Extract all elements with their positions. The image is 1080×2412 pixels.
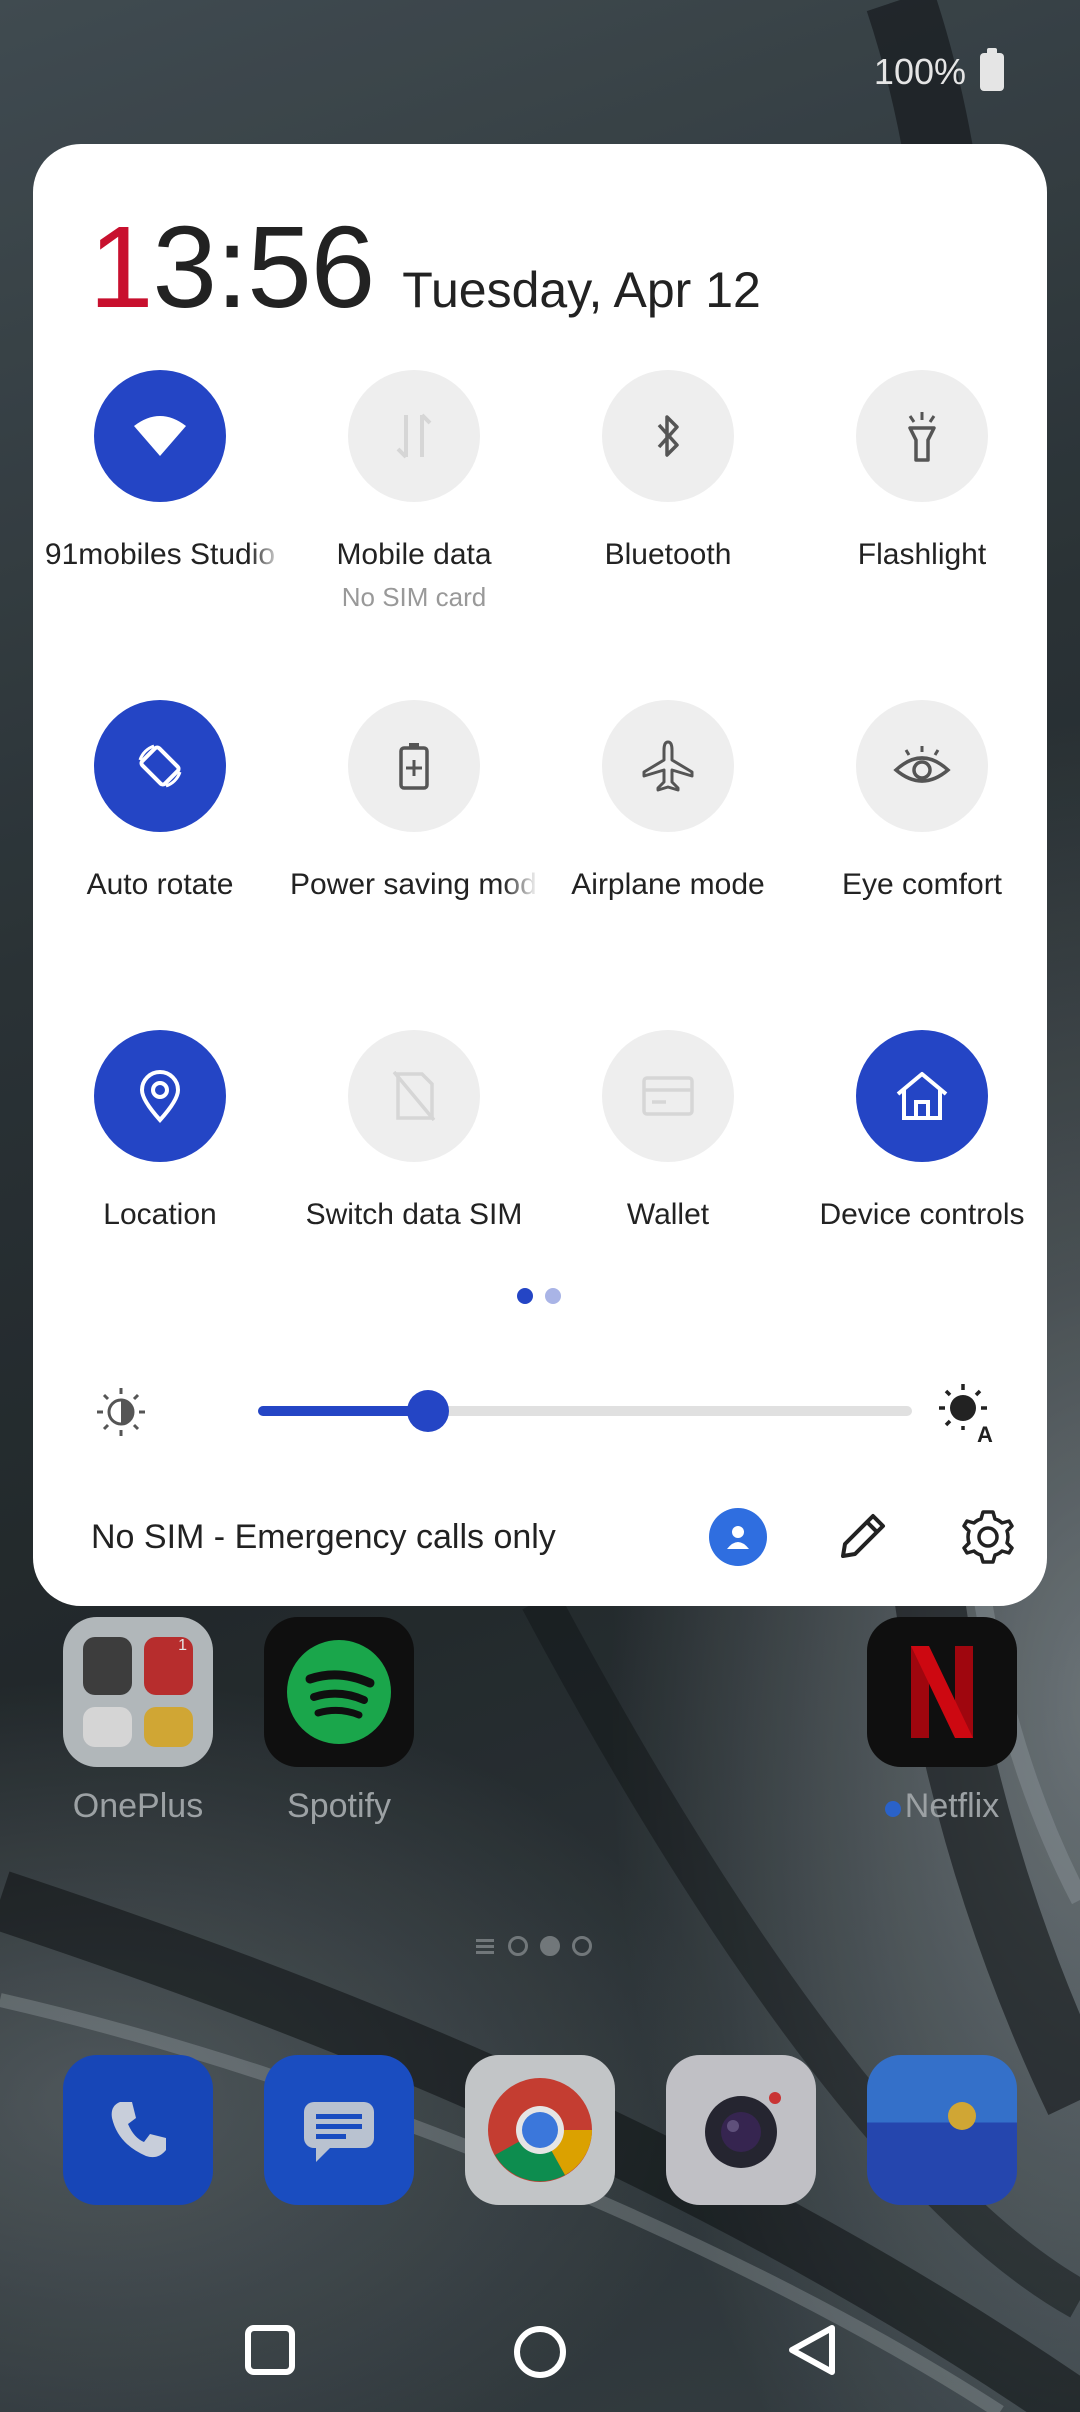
status-bar: 100% <box>874 40 1004 104</box>
tile-eye-comfort[interactable]: Eye comfort <box>795 700 1049 902</box>
app-label: Spotify <box>287 1787 391 1825</box>
app-drawer-lines-icon <box>476 1939 494 1954</box>
tile-label: Eye comfort <box>841 868 1003 901</box>
wifi-icon <box>94 370 226 502</box>
mini-app-icon <box>83 1707 132 1747</box>
tile-label: Wallet <box>626 1198 710 1231</box>
brightness-slider[interactable] <box>258 1390 912 1432</box>
page-dot-current <box>517 1288 533 1304</box>
page-dot-current <box>540 1936 560 1956</box>
tile-label: 91mobiles Studio <box>44 538 276 571</box>
dock-gallery[interactable] <box>867 2055 1017 2205</box>
page-dot <box>572 1936 592 1956</box>
tile-switch-data-sim[interactable]: Switch data SIM <box>287 1030 541 1232</box>
tile-flashlight[interactable]: Flashlight <box>795 370 1049 572</box>
tile-label: Airplane mode <box>571 868 765 901</box>
svg-text:A: A <box>977 1422 993 1444</box>
quick-settings-panel: 13:56 Tuesday, Apr 12 91mobiles Studio M… <box>33 144 1047 1606</box>
mobile-data-icon <box>348 370 480 502</box>
tile-label: Location <box>103 1198 217 1231</box>
messages-icon <box>264 2055 414 2205</box>
back-triangle-icon[interactable] <box>782 2320 842 2380</box>
location-pin-icon <box>94 1030 226 1162</box>
tile-power-saving[interactable]: Power saving mode <box>287 700 541 902</box>
page-dot <box>545 1288 561 1304</box>
tile-label: Power saving mode <box>290 868 538 901</box>
tile-airplane-mode[interactable]: Airplane mode <box>541 700 795 902</box>
tile-label: Mobile data <box>336 538 492 571</box>
tile-label: Switch data SIM <box>305 1198 523 1231</box>
chrome-icon <box>465 2055 615 2205</box>
folder-badge: 1 <box>144 1637 193 1695</box>
app-label: Netflix <box>867 1787 1017 1826</box>
tile-label: Flashlight <box>857 538 987 571</box>
app-netflix[interactable]: Netflix <box>867 1617 1017 1826</box>
eye-icon <box>856 700 988 832</box>
qs-page-indicator <box>517 1288 561 1304</box>
brightness-slider-fill <box>258 1406 429 1416</box>
bluetooth-icon <box>602 370 734 502</box>
tile-label: Auto rotate <box>86 868 234 901</box>
phone-icon <box>63 2055 213 2205</box>
navigation-bar <box>0 2300 1080 2412</box>
camera-icon <box>666 2055 816 2205</box>
dock-phone[interactable] <box>63 2055 213 2205</box>
gallery-icon <box>867 2055 1017 2205</box>
battery-icon <box>980 48 1004 91</box>
user-switch-button[interactable] <box>709 1508 767 1566</box>
date[interactable]: Tuesday, Apr 12 <box>402 261 761 319</box>
tile-location[interactable]: Location <box>33 1030 287 1232</box>
tile-label: Device controls <box>819 1198 1025 1231</box>
tile-device-controls[interactable]: Device controls <box>795 1030 1049 1232</box>
netflix-icon <box>867 1617 1017 1767</box>
clock-row: 13:56 Tuesday, Apr 12 <box>89 200 761 334</box>
auto-rotate-icon <box>94 700 226 832</box>
folder-icon: 1 <box>63 1617 213 1767</box>
sim-card-icon <box>348 1030 480 1162</box>
app-label: OnePlus <box>72 1787 204 1825</box>
flashlight-icon <box>856 370 988 502</box>
brightness-low-icon <box>97 1388 145 1436</box>
recents-square-icon[interactable] <box>240 2320 300 2380</box>
dock-chrome[interactable] <box>465 2055 615 2205</box>
wallet-icon <box>602 1030 734 1162</box>
edit-pencil-icon[interactable] <box>831 1506 893 1568</box>
battery-saver-icon <box>348 700 480 832</box>
tile-label: Bluetooth <box>604 538 732 571</box>
files-mini-icon <box>144 1707 193 1747</box>
qs-footer: No SIM - Emergency calls only <box>91 1498 1014 1578</box>
brightness-slider-thumb[interactable] <box>407 1390 450 1432</box>
tile-bluetooth[interactable]: Bluetooth <box>541 370 795 572</box>
auto-brightness-icon[interactable]: A <box>935 1380 999 1444</box>
tile-sublabel: No SIM card <box>341 582 487 612</box>
sim-status-text: No SIM - Emergency calls only <box>91 1518 556 1556</box>
dock-messages[interactable] <box>264 2055 414 2205</box>
spotify-icon <box>264 1617 414 1767</box>
home-icon <box>856 1030 988 1162</box>
tile-auto-rotate[interactable]: Auto rotate <box>33 700 287 902</box>
home-circle-icon[interactable] <box>508 2320 572 2384</box>
airplane-icon <box>602 700 734 832</box>
page-dot <box>508 1936 528 1956</box>
battery-percent: 100% <box>873 51 966 92</box>
settings-gear-icon[interactable] <box>957 1506 1019 1568</box>
brightness-row: A <box>93 1380 993 1444</box>
app-oneplus-folder[interactable]: 1 OnePlus <box>63 1617 213 1826</box>
settings-app-mini-icon <box>83 1637 132 1695</box>
user-icon <box>727 1526 749 1549</box>
home-page-indicator <box>474 1936 592 1956</box>
tile-wallet[interactable]: Wallet <box>541 1030 795 1232</box>
dock-camera[interactable] <box>666 2055 816 2205</box>
tile-mobile-data[interactable]: Mobile data No SIM card <box>287 370 541 613</box>
clock[interactable]: 13:56 <box>89 200 375 334</box>
app-spotify[interactable]: Spotify <box>264 1617 414 1826</box>
tile-wifi[interactable]: 91mobiles Studio <box>33 370 287 572</box>
new-app-dot <box>884 1801 901 1817</box>
